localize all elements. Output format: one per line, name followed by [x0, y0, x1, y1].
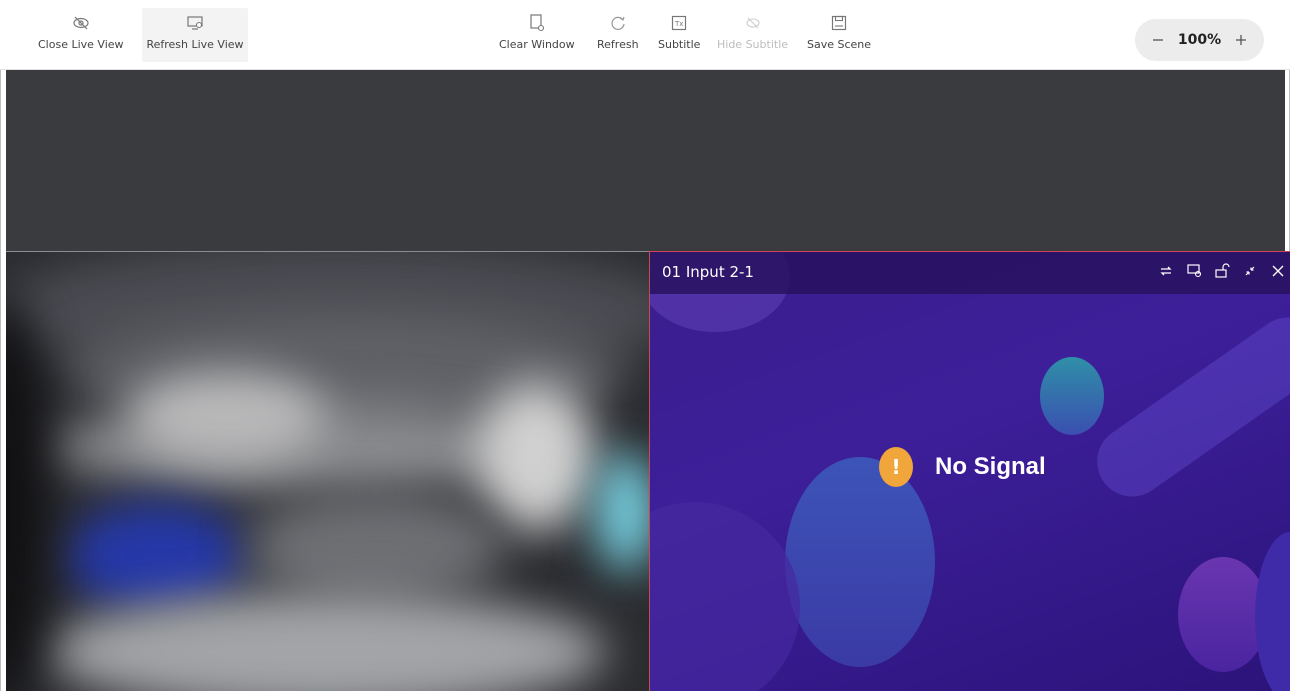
save-icon	[831, 12, 847, 34]
refresh-button[interactable]: Refresh	[597, 12, 639, 51]
background-streak	[1083, 303, 1290, 511]
hide-subtitle-button[interactable]: Hide Subtitle	[717, 12, 788, 51]
window-clear-icon	[529, 12, 545, 34]
subtitle-icon: Tx	[671, 12, 687, 34]
background-bubble	[650, 502, 800, 691]
save-scene-button[interactable]: Save Scene	[807, 12, 871, 51]
no-signal-text: No Signal	[935, 453, 1046, 480]
zoom-in-button[interactable]	[1231, 30, 1251, 50]
subtitle-label: Subtitle	[658, 38, 701, 51]
window-title: 01 Input 2-1	[662, 263, 754, 281]
no-signal-indicator: ! No Signal	[879, 447, 1046, 487]
refresh-label: Refresh	[597, 38, 639, 51]
zoom-control: 100%	[1135, 19, 1264, 61]
screenshot-icon[interactable]	[1185, 262, 1203, 280]
zoom-out-button[interactable]	[1148, 30, 1168, 50]
hide-subtitle-icon	[745, 12, 761, 34]
toolbar: Close Live View Refresh Live View Clear …	[0, 0, 1290, 70]
subtitle-button[interactable]: Tx Subtitle	[658, 12, 700, 51]
background-bubble	[785, 457, 935, 667]
save-scene-label: Save Scene	[807, 38, 872, 51]
zoom-value: 100%	[1177, 32, 1222, 48]
unlock-icon[interactable]	[1213, 262, 1231, 280]
hide-subtitle-label: Hide Subtitle	[717, 38, 789, 51]
close-live-view-button[interactable]: Close Live View	[38, 12, 124, 51]
warning-icon: !	[879, 447, 913, 487]
live-view-window-input[interactable]: 01 Input 2-1 ! No Signal	[649, 251, 1290, 691]
window-header: 01 Input 2-1	[650, 252, 1290, 294]
monitor-refresh-icon	[186, 12, 204, 34]
window-actions	[1157, 262, 1287, 280]
clear-window-button[interactable]: Clear Window	[499, 12, 575, 51]
live-view-window-left[interactable]	[6, 251, 649, 691]
background-bubble	[1040, 357, 1104, 435]
close-live-view-label: Close Live View	[38, 38, 124, 51]
background-bubble	[1255, 532, 1290, 691]
eye-off-icon	[72, 12, 90, 34]
svg-text:Tx: Tx	[674, 20, 683, 28]
minimize-icon[interactable]	[1241, 262, 1259, 280]
loop-icon[interactable]	[1157, 262, 1175, 280]
refresh-icon	[609, 12, 627, 34]
clear-window-label: Clear Window	[499, 38, 575, 51]
refresh-live-view-label: Refresh Live View	[146, 38, 244, 51]
close-icon[interactable]	[1269, 262, 1287, 280]
refresh-live-view-button[interactable]: Refresh Live View	[142, 8, 248, 62]
